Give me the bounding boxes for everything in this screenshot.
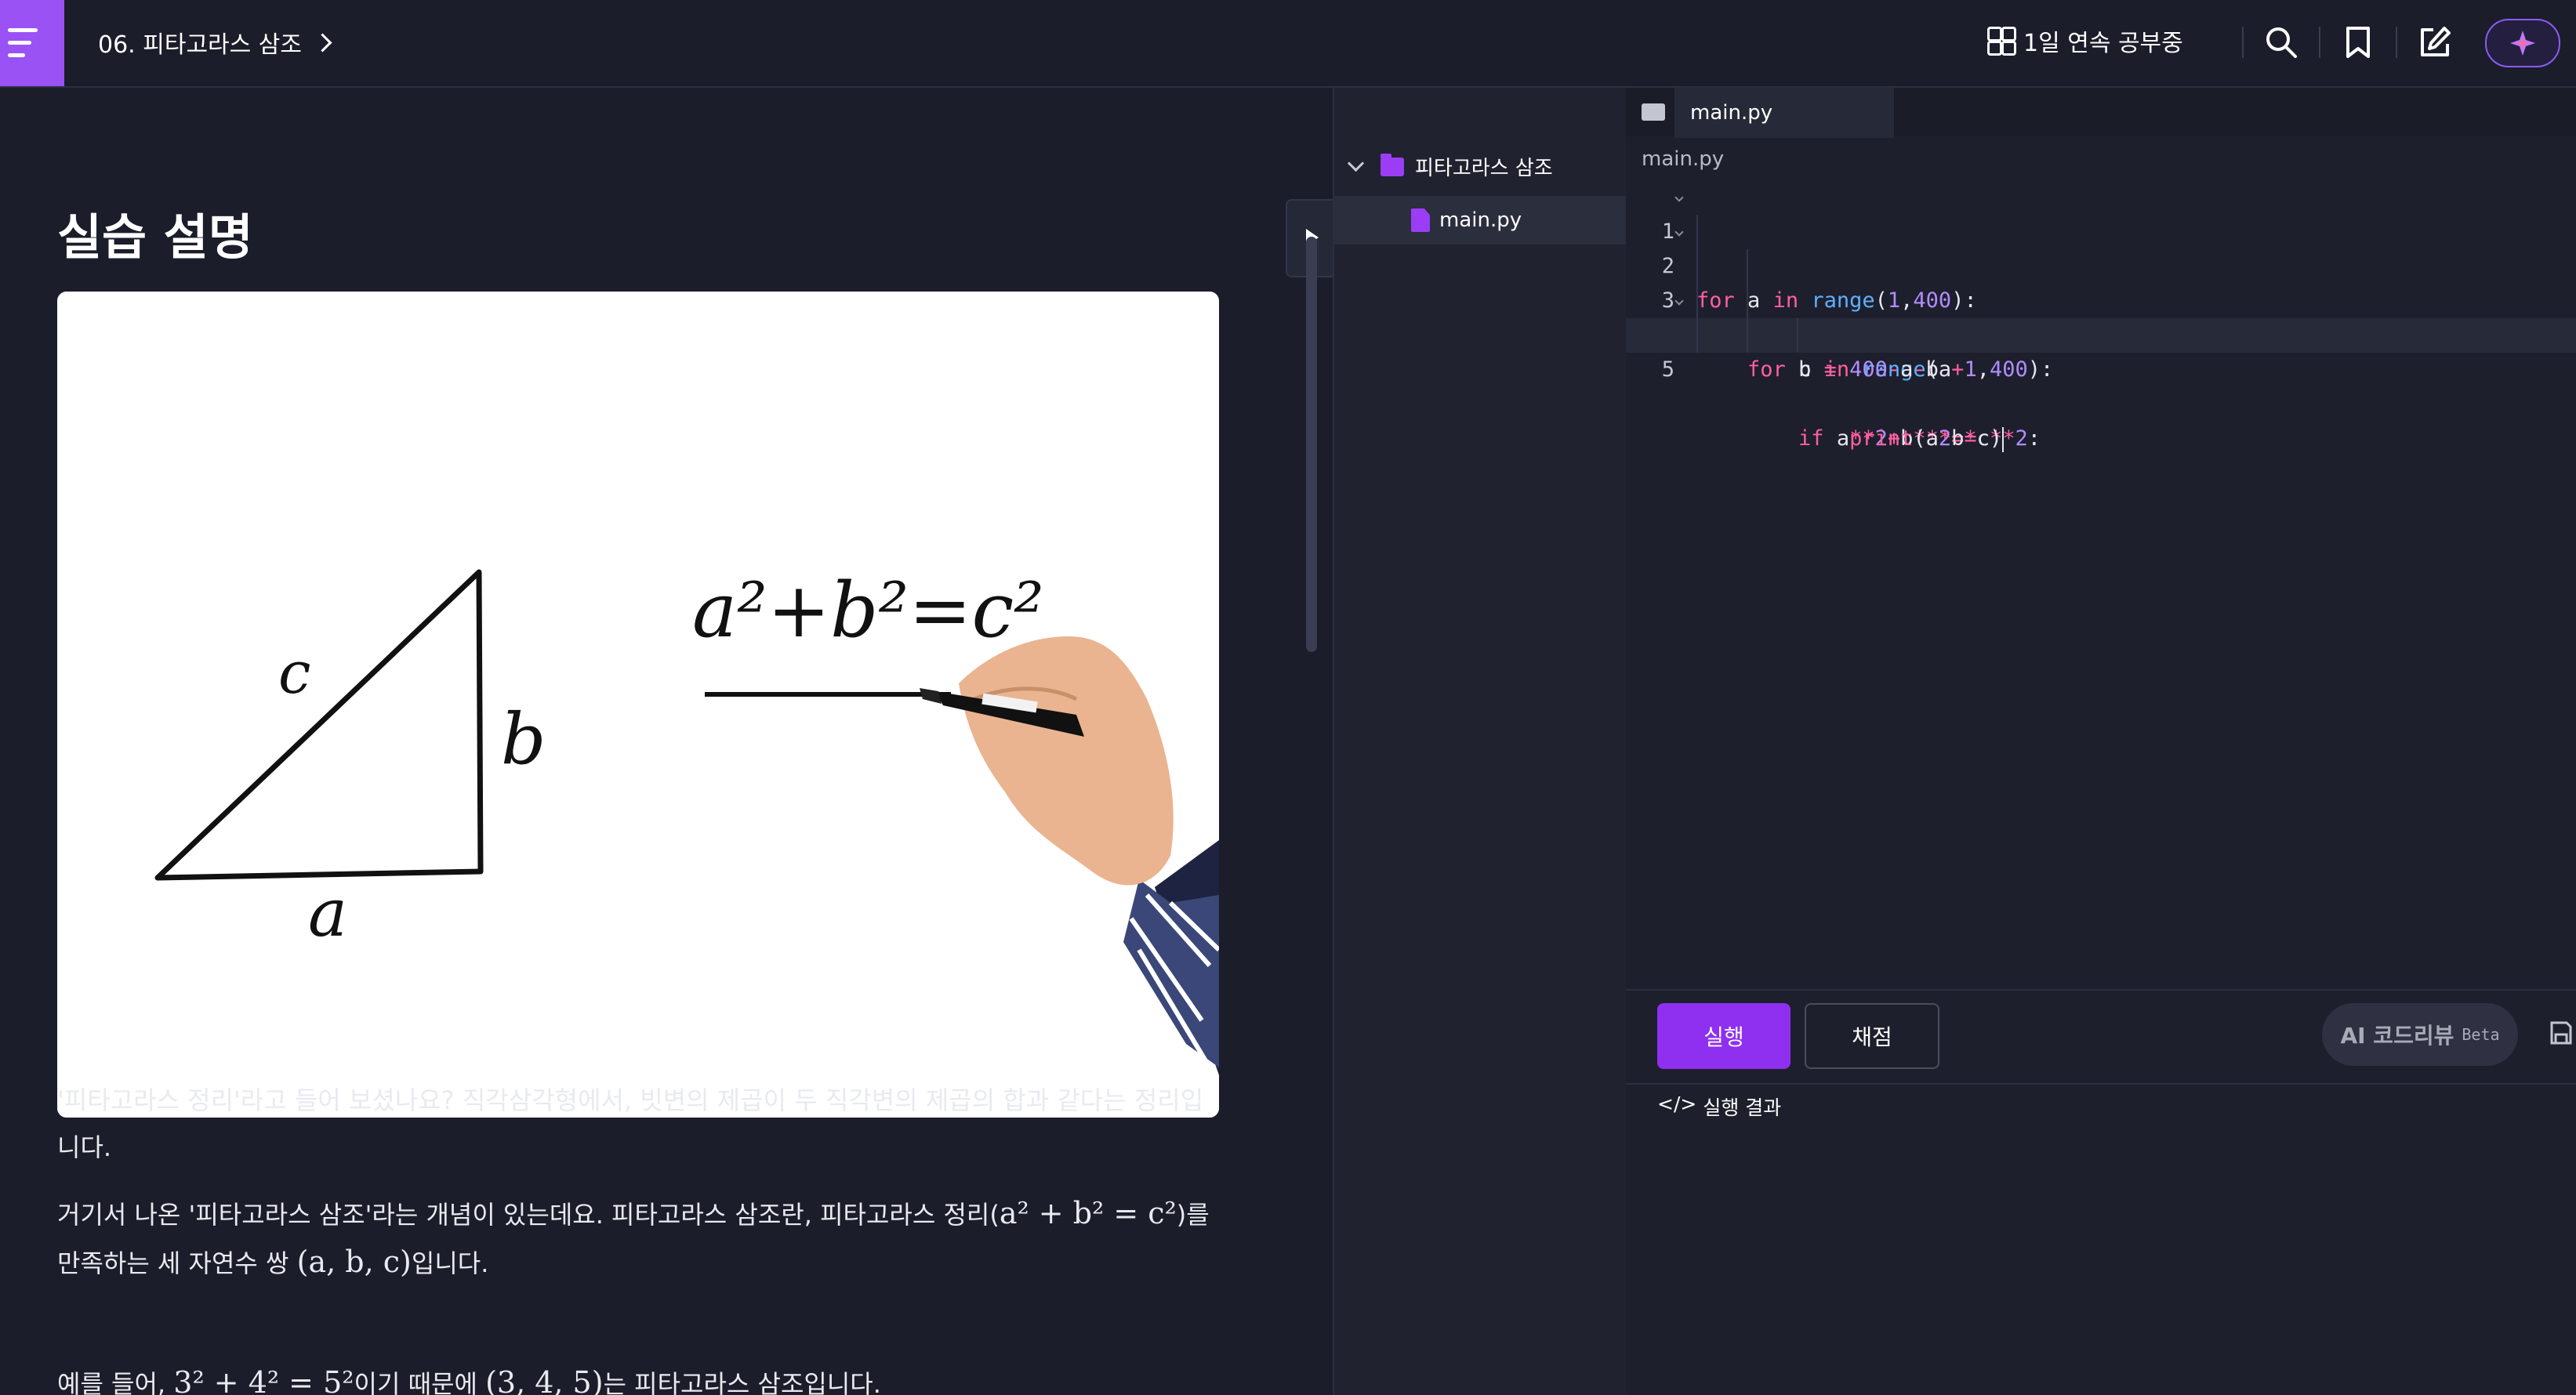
- editor-tab-strip: main.py: [1626, 88, 2576, 138]
- ai-code-review-label: AI 코드리뷰: [2340, 1023, 2454, 1049]
- breadcrumb[interactable]: 06. 피타고라스 삼조: [98, 25, 332, 60]
- lesson-title: 실습 설명: [57, 208, 253, 266]
- code-editor: main.py main.py 1 for a in range(1,400):…: [1626, 88, 2576, 1395]
- editor-tab[interactable]: main.py: [1674, 88, 1894, 138]
- code-text: c = 400-a-b: [1696, 357, 1939, 382]
- streak-label: 1일 연속 공부중: [2023, 30, 2183, 57]
- paragraph-2-text: 입니다.: [411, 1248, 489, 1278]
- top-bar: 06. 피타고라스 삼조 1일 연속 공부중: [0, 0, 2576, 88]
- divider: [2319, 27, 2320, 58]
- divider: [2396, 27, 2397, 58]
- paragraph-3-formula: 3² + 4² = 5²: [173, 1365, 354, 1395]
- scrollbar[interactable]: [1306, 237, 1317, 652]
- run-result-label: 실행 결과: [1703, 1096, 1782, 1119]
- fold-icon[interactable]: [1674, 296, 1684, 306]
- code-area[interactable]: 1 for a in range(1,400): 2 for b in rang…: [1626, 180, 2576, 452]
- grade-button[interactable]: 채점: [1805, 1003, 1939, 1069]
- paragraph-1: '피타고라스 정리'라고 들어 보셨나요? 직각삼각형에서, 빗변의 제곱이 두…: [57, 1077, 1217, 1171]
- pythagorean-illustration: c b a a²+b²=c²: [57, 292, 1219, 1118]
- code-line-active[interactable]: 5 print(a*b*c): [1626, 318, 2576, 452]
- streak-grid-icon: [1987, 27, 2016, 56]
- code-text: print(a*b*c): [1849, 426, 2005, 452]
- streak-indicator[interactable]: 1일 연속 공부중: [1987, 24, 2183, 58]
- paragraph-2: 거기서 나온 '피타고라스 삼조'라는 개념이 있는데요. 피타고라스 삼조란,…: [57, 1190, 1217, 1287]
- file-label: main.py: [1439, 208, 1522, 232]
- code-icon: </>: [1657, 1092, 1697, 1115]
- paragraph-3-text: 예를 들어,: [57, 1369, 174, 1395]
- edit-icon[interactable]: [2418, 25, 2452, 60]
- search-icon[interactable]: [2264, 25, 2298, 60]
- lesson-pane: 실습 설명 c b a a²+b²=c² '피타고라스 정리'라고 들어 보셨나…: [0, 88, 1333, 1395]
- folder-label: 피타고라스 삼조: [1415, 157, 1553, 180]
- code-line[interactable]: 4 if a**2+b**2==c**2:: [1626, 284, 2576, 451]
- triangle-label-c: c: [278, 640, 310, 707]
- tree-folder[interactable]: 피타고라스 삼조: [1347, 152, 1553, 181]
- run-result-header: </> 실행 결과: [1657, 1092, 1781, 1121]
- paragraph-3-tuple: (3, 4, 5): [485, 1365, 604, 1395]
- paragraph-3-text: 이기 때문에: [354, 1369, 486, 1395]
- run-button[interactable]: 실행: [1657, 1003, 1791, 1069]
- chevron-right-icon: [313, 32, 332, 53]
- triangle-label-b: b: [501, 698, 546, 781]
- code-line[interactable]: 3 c = 400-a-b: [1626, 249, 2576, 382]
- fold-icon[interactable]: [1674, 227, 1684, 237]
- action-bar: 실행 채점 AI 코드리뷰 Beta: [1626, 989, 2576, 1085]
- fold-icon[interactable]: [1674, 193, 1684, 202]
- file-tree: 피타고라스 삼조 main.py: [1333, 88, 1626, 1395]
- bookmark-icon[interactable]: [2341, 25, 2375, 60]
- paragraph-2-formula: a² + b² = c²: [999, 1196, 1177, 1230]
- chevron-down-icon: [1347, 154, 1365, 172]
- menu-icon[interactable]: [0, 0, 64, 86]
- paragraph-2-text: 거기서 나온 '피타고라스 삼조'라는 개념이 있는데요. 피타고라스 삼조란,…: [57, 1200, 1000, 1230]
- divider: [2242, 27, 2244, 58]
- triangle-label-a: a: [308, 875, 347, 951]
- paragraph-3-text: 는 피타고라스 삼조입니다.: [603, 1369, 881, 1395]
- folder-icon[interactable]: [1642, 103, 1665, 121]
- breadcrumb-label: 06. 피타고라스 삼조: [98, 31, 302, 59]
- paragraph-1-text: '피타고라스 정리'라고 들어 보셨나요? 직각삼각형에서, 빗변의 제곱이 두…: [57, 1085, 1204, 1162]
- image-formula: a²+b²=c²: [692, 567, 1044, 654]
- paragraph-3: 예를 들어, 3² + 4² = 5²이기 때문에 (3, 4, 5)는 피타고…: [57, 1359, 1217, 1395]
- beta-badge: Beta: [2462, 1025, 2500, 1044]
- code-line[interactable]: 2 for b in range(a+1,400):: [1626, 215, 2576, 382]
- ai-code-review-button[interactable]: AI 코드리뷰 Beta: [2322, 1003, 2518, 1066]
- text-caret: [2002, 426, 2005, 452]
- ai-assistant-button[interactable]: [2485, 19, 2560, 67]
- code-line[interactable]: 1 for a in range(1,400):: [1626, 180, 2576, 313]
- tree-file-main[interactable]: main.py: [1334, 196, 1626, 245]
- file-path: main.py: [1642, 147, 1725, 171]
- ai-sparkle-icon: [2510, 31, 2535, 56]
- folder-icon: [1381, 153, 1404, 176]
- line-number: 5: [1661, 357, 1674, 382]
- paragraph-2-tuple: (a, b, c): [296, 1245, 412, 1279]
- save-icon[interactable]: [2549, 1020, 2573, 1045]
- file-icon: [1411, 208, 1430, 232]
